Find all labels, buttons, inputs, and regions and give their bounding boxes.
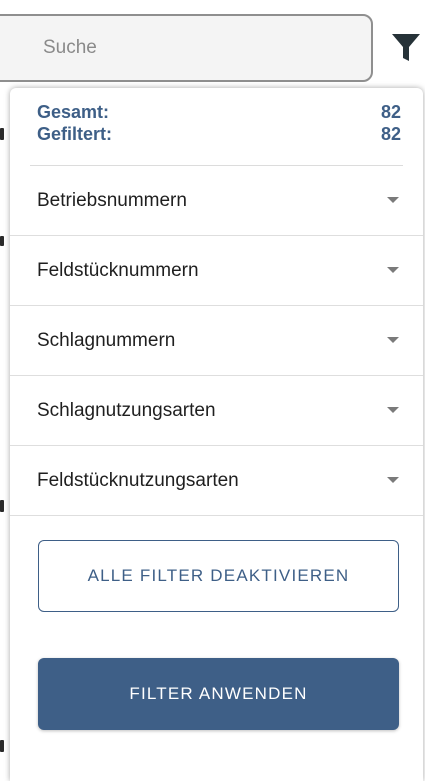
summary-filtered: Gefiltert: 82 (37, 123, 401, 145)
filter-summary: Gesamt: 82 Gefiltert: 82 (10, 88, 423, 166)
filter-panel: Gesamt: 82 Gefiltert: 82 Betriebsnummern… (10, 88, 423, 781)
background-content-edge (0, 128, 4, 140)
filter-label: Schlagnutzungsarten (37, 400, 216, 421)
deactivate-all-filters-button[interactable]: ALLE FILTER DEAKTIVIEREN (38, 540, 399, 612)
summary-filtered-label: Gefiltert: (37, 123, 113, 144)
background-content-edge (0, 236, 4, 246)
background-content-edge (0, 740, 4, 752)
chevron-down-icon (387, 477, 399, 483)
filter-dropdown-feldstuecknummern[interactable]: Feldstücknummern (10, 236, 423, 306)
filter-dropdown-betriebsnummern[interactable]: Betriebsnummern (10, 166, 423, 236)
chevron-down-icon (387, 267, 399, 273)
filter-label: Betriebsnummern (37, 190, 187, 211)
filter-funnel-icon (392, 34, 420, 61)
chevron-down-icon (387, 197, 399, 203)
chevron-down-icon (387, 407, 399, 413)
summary-total-label: Gesamt: (37, 101, 110, 122)
filter-dropdown-schlagnutzungsarten[interactable]: Schlagnutzungsarten (10, 376, 423, 446)
chevron-down-icon (387, 337, 399, 343)
search-placeholder: Suche (43, 37, 97, 58)
apply-filters-button[interactable]: FILTER ANWENDEN (38, 658, 399, 730)
screen: Suche Gesamt: 82 Gefiltert: 82 Betriebsn… (0, 0, 425, 781)
background-content-edge (0, 500, 4, 512)
filter-label: Feldstücknutzungsarten (37, 470, 239, 491)
filter-dropdown-feldstuecknutzungsarten[interactable]: Feldstücknutzungsarten (10, 446, 423, 516)
summary-filtered-value: 82 (380, 123, 401, 144)
filter-label: Schlagnummern (37, 330, 176, 351)
filter-toggle-button[interactable] (386, 28, 425, 68)
summary-total-value: 82 (380, 101, 401, 122)
filter-label: Feldstücknummern (37, 260, 199, 281)
filter-dropdown-schlagnummern[interactable]: Schlagnummern (10, 306, 423, 376)
summary-total: Gesamt: 82 (37, 101, 401, 123)
